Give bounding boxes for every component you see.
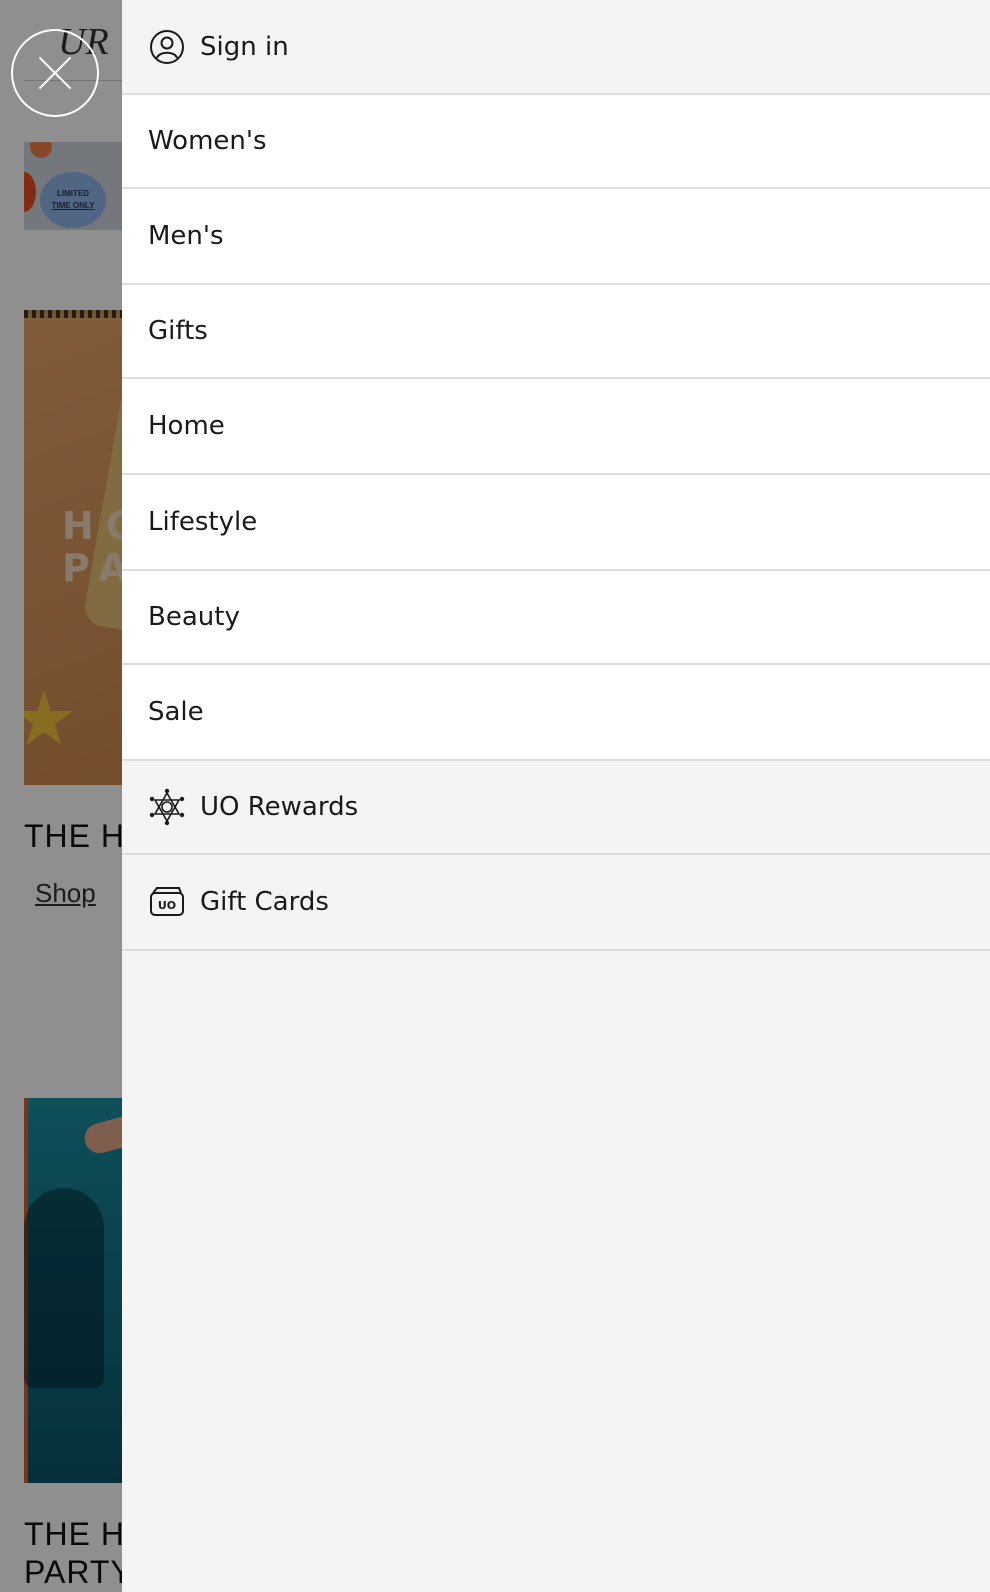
- rewards-icon: [148, 788, 186, 826]
- nav-item-label: Men's: [148, 221, 224, 251]
- nav-item-lifestyle[interactable]: Lifestyle: [122, 475, 990, 571]
- nav-item-label: Gift Cards: [200, 887, 329, 917]
- navigation-drawer: Sign in Women's Men's Gifts Home Lifesty…: [122, 0, 990, 1592]
- nav-item-gifts[interactable]: Gifts: [122, 285, 990, 379]
- nav-item-gift-cards[interactable]: UO Gift Cards: [122, 855, 990, 951]
- close-menu-button[interactable]: [11, 29, 99, 117]
- nav-item-label: Gifts: [148, 316, 208, 346]
- gift-card-icon-text: UO: [158, 899, 176, 912]
- nav-item-sale[interactable]: Sale: [122, 665, 990, 761]
- nav-item-womens[interactable]: Women's: [122, 95, 990, 189]
- nav-item-home[interactable]: Home: [122, 379, 990, 475]
- sign-in-label: Sign in: [200, 31, 289, 62]
- nav-item-uo-rewards[interactable]: UO Rewards: [122, 761, 990, 855]
- nav-item-mens[interactable]: Men's: [122, 189, 990, 285]
- nav-item-label: Beauty: [148, 602, 240, 632]
- sign-in-link[interactable]: Sign in: [122, 0, 990, 95]
- nav-item-label: Women's: [148, 126, 267, 156]
- user-circle-icon: [148, 28, 186, 66]
- nav-item-label: Home: [148, 411, 225, 441]
- nav-item-beauty[interactable]: Beauty: [122, 571, 990, 665]
- nav-item-label: UO Rewards: [200, 792, 359, 822]
- nav-item-label: Lifestyle: [148, 507, 258, 537]
- gift-card-icon: UO: [148, 883, 186, 921]
- nav-item-label: Sale: [148, 697, 204, 727]
